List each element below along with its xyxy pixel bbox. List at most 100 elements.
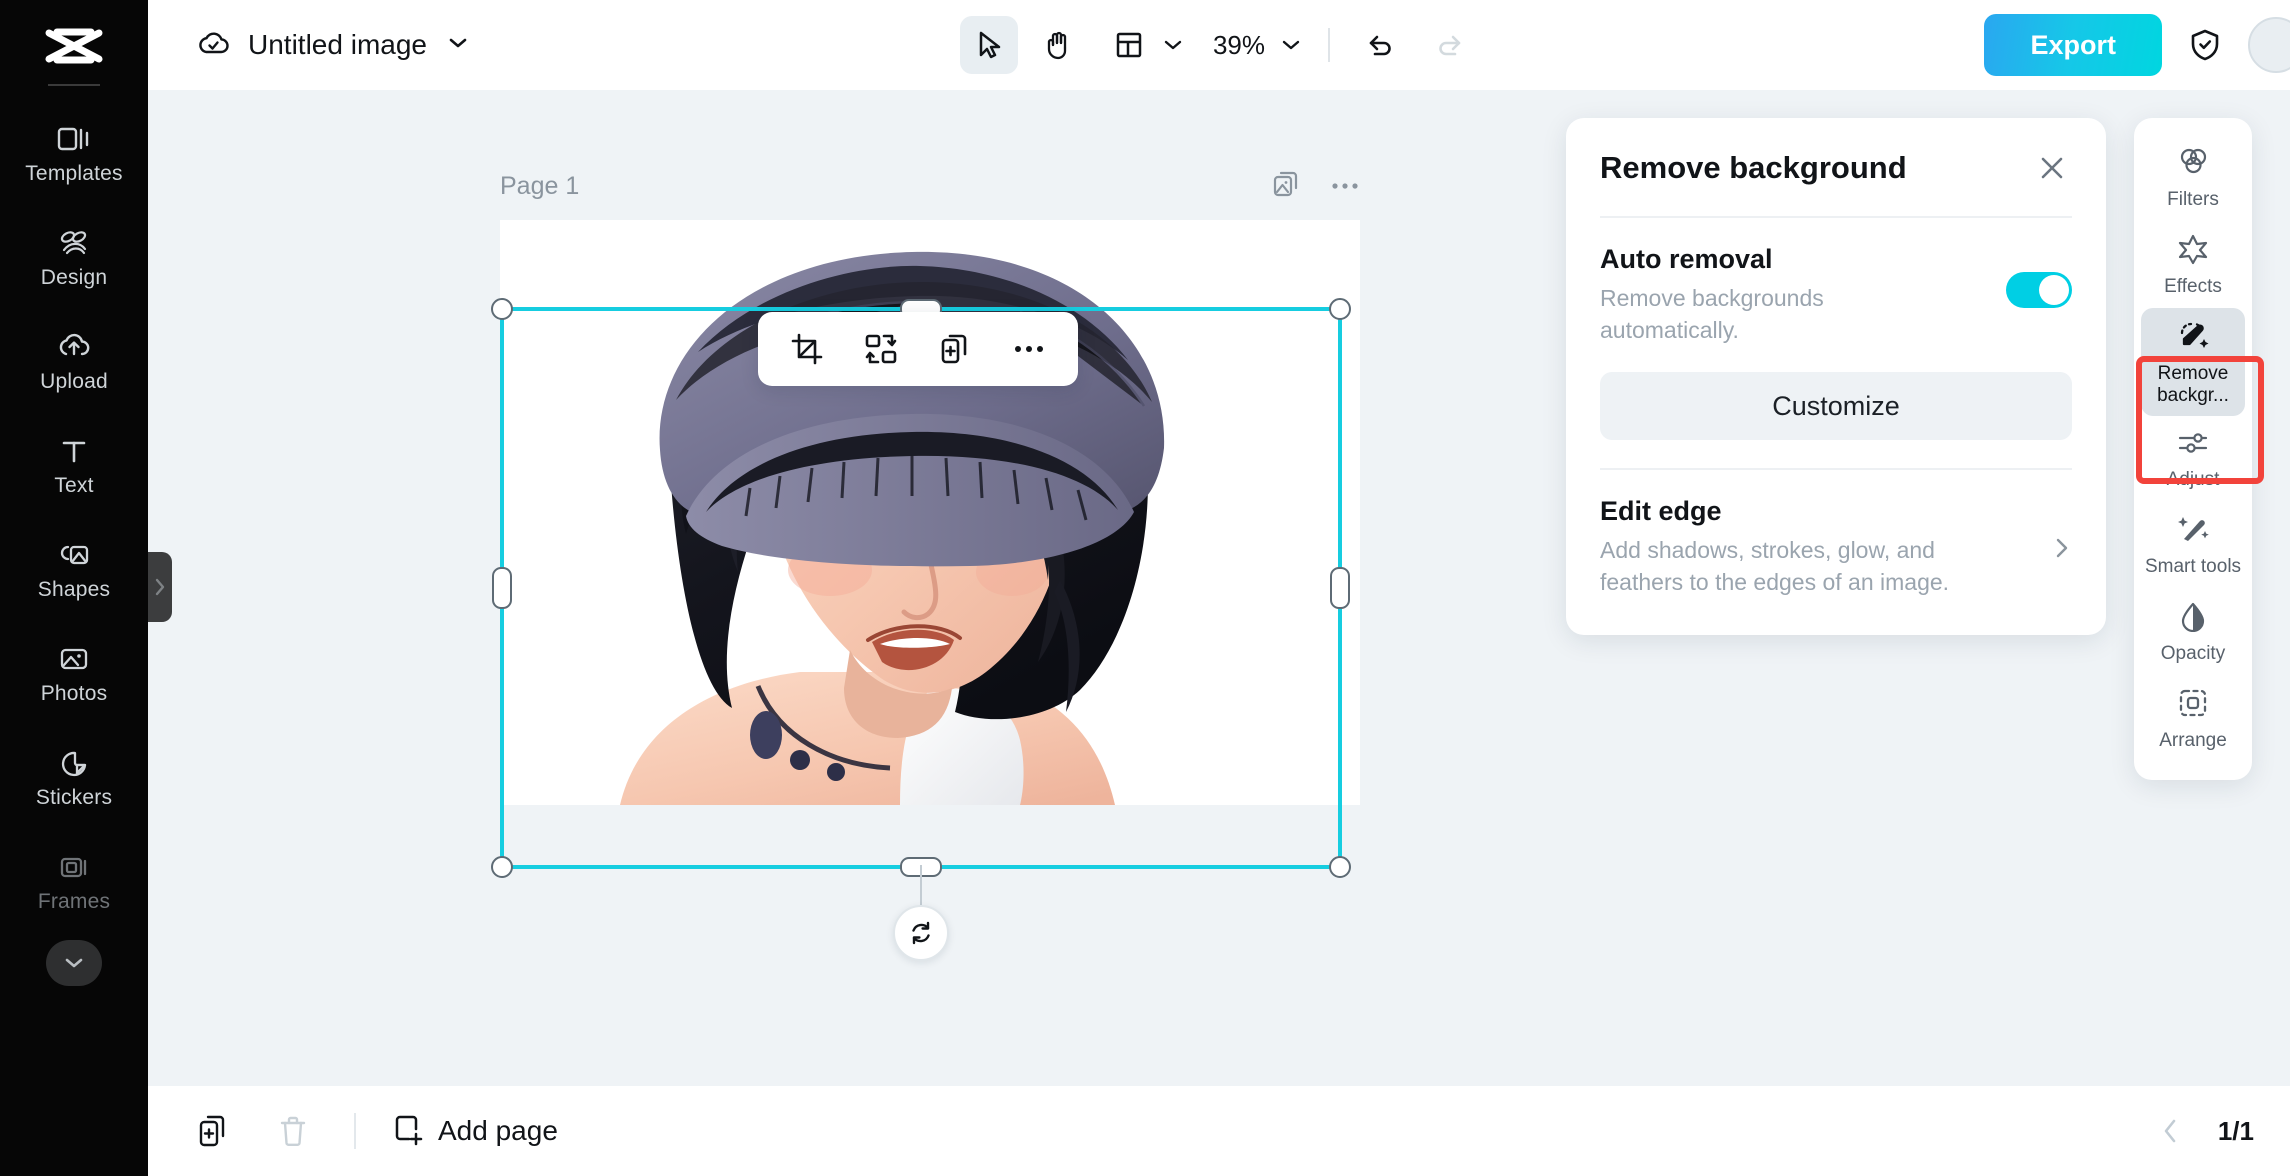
swap-replace-icon	[864, 332, 898, 366]
sidebar-item-upload[interactable]: Upload	[0, 310, 148, 414]
duplicate-page-icon	[197, 1114, 229, 1148]
layout-tool-dropdown[interactable]	[1096, 16, 1188, 74]
export-button[interactable]: Export	[1984, 14, 2162, 76]
remove-background-panel: Remove background Auto removal Remove ba…	[1566, 118, 2106, 635]
sidebar-item-shapes[interactable]: Shapes	[0, 518, 148, 622]
photo-icon	[58, 642, 90, 676]
panel-title: Remove background	[1600, 150, 1907, 186]
effects-star-icon	[2176, 233, 2210, 270]
crop-button[interactable]	[784, 326, 830, 372]
object-float-toolbar[interactable]	[758, 312, 1078, 386]
add-page-button[interactable]: Add page	[392, 1112, 558, 1151]
remove-background-wand-icon	[2175, 320, 2211, 357]
sidebar-item-label: Templates	[25, 162, 123, 186]
sidebar-item-templates[interactable]: Templates	[0, 102, 148, 206]
duplicate-page-button[interactable]	[188, 1106, 238, 1156]
tool-item-arrange[interactable]: Arrange	[2141, 675, 2245, 762]
resize-handle-left[interactable]	[492, 567, 512, 609]
edit-edge-row[interactable]: Edit edge Add shadows, strokes, glow, an…	[1600, 496, 2072, 598]
tool-item-label: Effects	[2164, 276, 2222, 298]
duplicate-button[interactable]	[932, 326, 978, 372]
panel-close-button[interactable]	[2032, 148, 2072, 188]
tool-item-label: Adjust	[2167, 469, 2220, 491]
sidebar-divider	[48, 84, 100, 86]
chevron-down-icon	[445, 35, 471, 51]
edit-edge-title: Edit edge	[1600, 496, 2000, 527]
hand-icon	[1042, 29, 1072, 61]
sidebar-expand-handle[interactable]	[148, 552, 172, 622]
tool-item-remove-background[interactable]: Remove backgr...	[2141, 308, 2245, 417]
tool-item-effects[interactable]: Effects	[2141, 221, 2245, 308]
user-avatar[interactable]	[2248, 17, 2290, 73]
resize-handle-bottom[interactable]	[900, 857, 942, 877]
resize-handle-bottom-right[interactable]	[1329, 856, 1351, 878]
frames-icon	[58, 850, 90, 884]
auto-removal-row: Auto removal Remove backgrounds automati…	[1600, 244, 2072, 346]
document-title-group[interactable]: Untitled image	[196, 28, 471, 63]
cloud-check-icon	[196, 28, 230, 63]
sidebar-item-photos[interactable]: Photos	[0, 622, 148, 726]
sidebar-item-text[interactable]: Text	[0, 414, 148, 518]
layout-panel-icon	[1114, 30, 1144, 60]
duplicate-image-icon[interactable]	[1270, 168, 1302, 205]
edit-edge-description: Add shadows, strokes, glow, and feathers…	[1600, 535, 2000, 598]
security-shield-button[interactable]	[2188, 27, 2222, 63]
upload-cloud-icon	[57, 330, 91, 364]
previous-page-button[interactable]	[2148, 1109, 2192, 1153]
tool-item-smart-tools[interactable]: Smart tools	[2141, 501, 2245, 588]
app-logo[interactable]	[43, 18, 105, 74]
sidebar-more-button[interactable]	[46, 940, 102, 986]
hand-tool-button[interactable]	[1028, 16, 1086, 74]
tool-item-adjust[interactable]: Adjust	[2141, 416, 2245, 501]
auto-removal-toggle[interactable]	[2006, 272, 2072, 308]
customize-button[interactable]: Customize	[1600, 372, 2072, 440]
rotate-handle[interactable]	[893, 905, 949, 961]
toolbar-divider	[1328, 28, 1330, 62]
resize-handle-top-left[interactable]	[491, 298, 513, 320]
close-x-icon	[2037, 153, 2067, 183]
page-more-icon[interactable]	[1330, 178, 1360, 196]
tool-item-opacity[interactable]: Opacity	[2141, 588, 2245, 675]
add-page-icon	[392, 1112, 424, 1151]
more-button[interactable]	[1006, 326, 1052, 372]
add-page-label: Add page	[438, 1115, 558, 1147]
ellipsis-icon	[1013, 344, 1045, 354]
text-t-icon	[59, 434, 89, 468]
chevron-down-icon	[1280, 38, 1302, 52]
resize-handle-top-right[interactable]	[1329, 298, 1351, 320]
page-header: Page 1	[500, 168, 1360, 205]
sidebar-item-design[interactable]: Design	[0, 206, 148, 310]
chevron-down-icon	[1162, 38, 1184, 52]
sticker-icon	[58, 746, 90, 780]
design-icon	[58, 226, 90, 260]
document-title[interactable]: Untitled image	[248, 29, 427, 61]
undo-button[interactable]	[1352, 16, 1410, 74]
sidebar-item-frames[interactable]: Frames	[0, 830, 148, 934]
sidebar-item-label: Design	[41, 266, 108, 290]
sidebar-item-label: Shapes	[38, 578, 110, 602]
auto-removal-text: Auto removal Remove backgrounds automati…	[1600, 244, 1900, 346]
duplicate-add-icon	[938, 332, 972, 366]
select-tool-button[interactable]	[960, 16, 1018, 74]
delete-page-button[interactable]	[268, 1106, 318, 1156]
layout-tool-button[interactable]	[1100, 16, 1158, 74]
chevron-right-icon	[153, 576, 167, 598]
document-title-chevron[interactable]	[445, 35, 471, 56]
arrange-dashed-box-icon	[2176, 687, 2210, 724]
topbar-right-group: Export	[1984, 0, 2290, 90]
sidebar-item-list: Templates Design	[0, 102, 148, 934]
redo-button[interactable]	[1420, 16, 1478, 74]
replace-button[interactable]	[858, 326, 904, 372]
bottom-right-group: 1/1	[2148, 1109, 2254, 1153]
redo-arrow-icon	[1434, 31, 1464, 59]
ellipsis-icon	[1330, 181, 1360, 191]
panel-divider-bottom	[1600, 468, 2072, 470]
smart-tools-wand-icon	[2176, 513, 2210, 550]
chevron-left-icon	[2160, 1115, 2180, 1147]
resize-handle-bottom-left[interactable]	[491, 856, 513, 878]
resize-handle-right[interactable]	[1330, 567, 1350, 609]
sidebar-item-stickers[interactable]: Stickers	[0, 726, 148, 830]
tool-item-filters[interactable]: Filters	[2141, 134, 2245, 221]
bottom-divider	[354, 1113, 356, 1149]
zoom-level-dropdown[interactable]: 39%	[1198, 30, 1306, 61]
